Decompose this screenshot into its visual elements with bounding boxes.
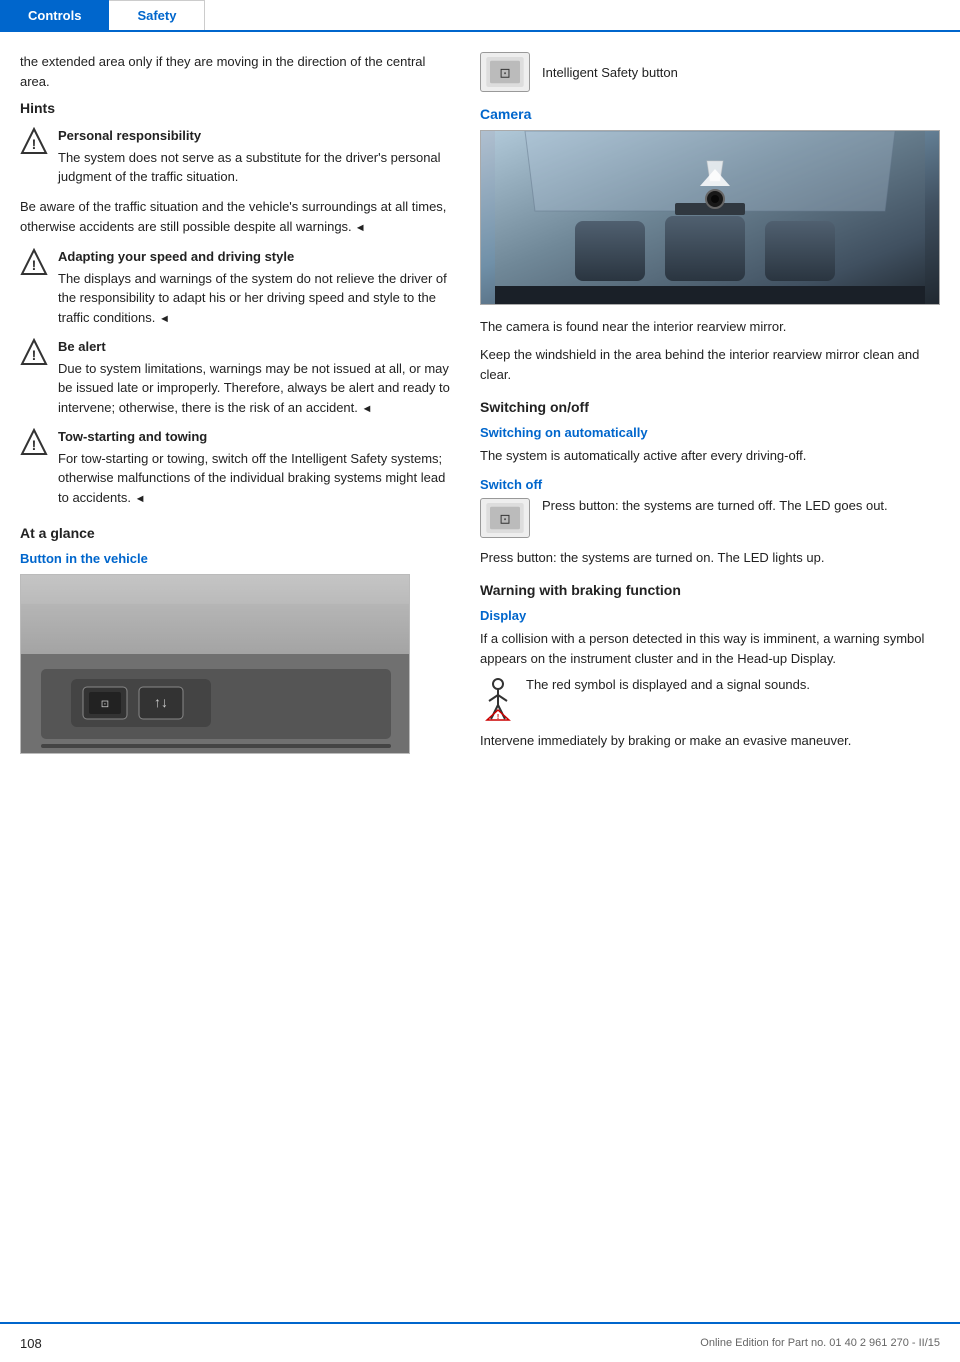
tab-controls[interactable]: Controls [0,0,109,30]
hints-heading: Hints [20,100,450,116]
warning-heading: Warning with braking function [480,582,940,598]
warning-icon-1: ! [20,127,48,155]
switch-off-svg: ⊡ [486,503,524,533]
hint-2-title: Adapting your speed and driving style [58,247,450,267]
is-icon-svg: ⊡ [486,57,524,87]
switch-off-sub: Switch off [480,477,940,492]
hint-1-title: Personal responsibility [58,126,450,146]
hint-block-2: ! Adapting your speed and driving style … [20,247,450,327]
hint-block-4: ! Tow-starting and towing For tow-starti… [20,427,450,507]
car-interior-svg: ⊡ ↑↓ [21,574,409,754]
svg-text:⊡: ⊡ [499,511,510,526]
triangle-end-4: ◄ [135,493,146,505]
hint-1-extra: Be aware of the traffic situation and th… [20,197,450,237]
warning-icon-2: ! [20,248,48,276]
car-interior-image: ⊡ ↑↓ [20,574,410,754]
hint-3-text: Be alert Due to system limitations, warn… [58,337,450,417]
triangle-end-2: ◄ [159,313,170,325]
hint-4-title: Tow-starting and towing [58,427,450,447]
switch-off-icon: ⊡ [480,498,530,538]
display-sub: Display [480,608,940,623]
button-in-vehicle-label: Button in the vehicle [20,551,450,566]
camera-text2: Keep the windshield in the area behind t… [480,345,940,385]
camera-text1: The camera is found near the interior re… [480,317,940,337]
header-tabs: Controls Safety [0,0,960,32]
hint-block-3: ! Be alert Due to system limitations, wa… [20,337,450,417]
at-a-glance-heading: At a glance [20,525,450,541]
page-number: 108 [20,1336,42,1351]
hint-4-body: For tow-starting or towing, switch off t… [58,451,445,505]
intelligent-safety-label: Intelligent Safety button [542,65,678,80]
hint-block-1: ! Personal responsibility The system doe… [20,126,450,187]
switch-off-row: ⊡ Press button: the systems are turned o… [480,498,940,538]
triangle-end-3: ◄ [362,403,373,415]
hint-1-text: Personal responsibility The system does … [58,126,450,187]
footer: 108 Online Edition for Part no. 01 40 2 … [0,1322,960,1362]
svg-text:!: ! [32,257,37,273]
svg-text:!: ! [497,714,499,721]
hint-2-body: The displays and warnings of the system … [58,271,447,325]
person-svg: ! [481,677,515,721]
hint-2-text: Adapting your speed and driving style Th… [58,247,450,327]
red-symbol-text: The red symbol is displayed and a signal… [526,677,810,692]
hint-3-title: Be alert [58,337,450,357]
warning-icon-3: ! [20,338,48,366]
camera-svg [481,131,939,305]
camera-heading: Camera [480,106,940,122]
at-a-glance-section: At a glance Button in the vehicle [20,525,450,754]
hint-1-body: The system does not serve as a substitut… [58,150,441,185]
intro-text: the extended area only if they are movin… [20,52,450,92]
switching-auto-text: The system is automatically active after… [480,446,940,466]
warning-person-row: ! The red symbol is displayed and a sign… [480,677,940,721]
left-column: the extended area only if they are movin… [20,52,450,759]
svg-text:↑↓: ↑↓ [154,694,168,710]
is-button-icon: ⊡ [480,52,530,92]
switch-off-text2: Press button: the systems are turned on.… [480,548,940,568]
intelligent-safety-row: ⊡ Intelligent Safety button [480,52,940,92]
svg-text:!: ! [32,347,37,363]
warning-icon-4: ! [20,428,48,456]
switching-heading: Switching on/off [480,399,940,415]
main-content: the extended area only if they are movin… [0,32,960,819]
switching-auto-sub: Switching on automatically [480,425,940,440]
right-column: ⊡ Intelligent Safety button Camera [480,52,940,759]
hint-4-text: Tow-starting and towing For tow-starting… [58,427,450,507]
triangle-end-1: ◄ [352,222,366,234]
svg-text:⊡: ⊡ [101,699,109,710]
intervene-text: Intervene immediately by braking or make… [480,731,940,751]
svg-text:!: ! [32,437,37,453]
display-text1: If a collision with a person detected in… [480,629,940,669]
svg-text:⊡: ⊡ [499,65,510,80]
person-warning-icon: ! [480,677,516,721]
footer-text: Online Edition for Part no. 01 40 2 961 … [700,1337,940,1349]
switch-off-text1: Press button: the systems are turned off… [542,498,888,513]
hint-3-body: Due to system limitations, warnings may … [58,361,450,415]
tab-safety[interactable]: Safety [109,0,205,30]
svg-text:!: ! [32,136,37,152]
camera-image [480,130,940,305]
